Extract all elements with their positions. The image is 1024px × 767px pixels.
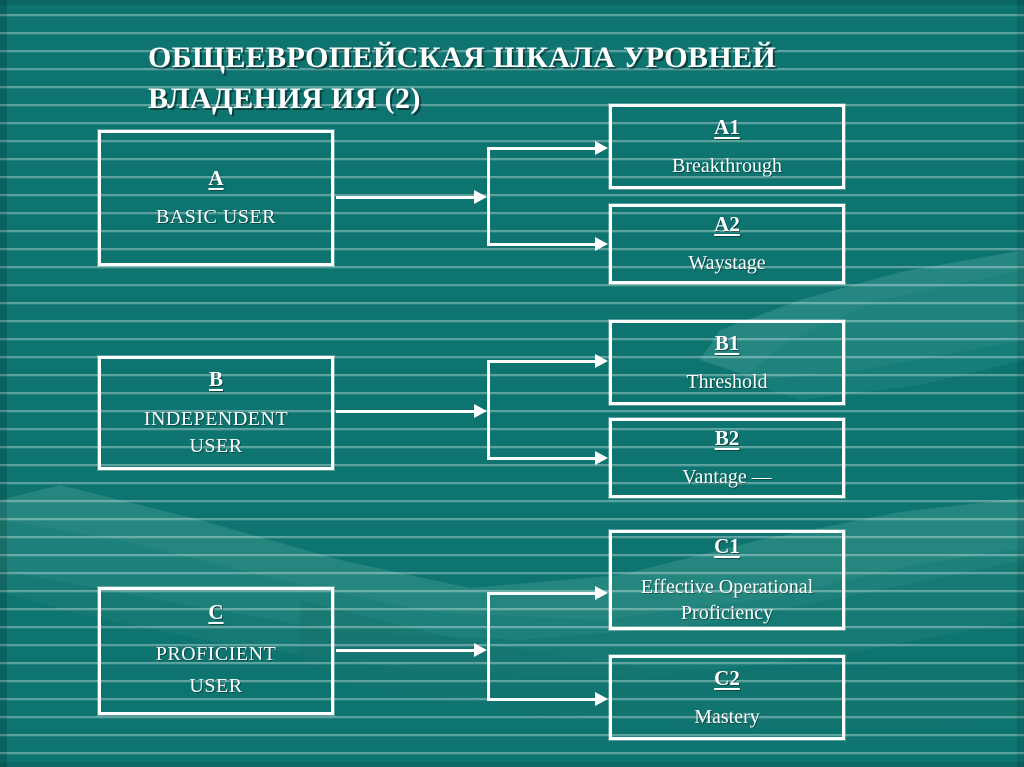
level-name-b-line2: USER [189,434,243,457]
sublevel-box-b1[interactable]: B1 Threshold [609,320,845,405]
sublevel-box-b2[interactable]: B2 Vantage — [609,418,845,498]
level-name-a: BASIC USER [155,206,277,229]
sublevel-code-a1: A1 [714,114,740,139]
sublevel-box-a2[interactable]: A2 Waystage [609,204,845,284]
slide-edge-left [0,0,7,767]
sublevel-name-c2: Mastery [694,705,760,728]
level-box-b[interactable]: B INDEPENDENT USER [98,356,334,470]
connector-b-stem-arrowhead [474,404,487,418]
sublevel-code-b1: B1 [714,330,740,355]
connector-c-to-c1 [487,592,595,595]
level-name-c-line2: USER [189,674,243,697]
level-code-b: B [208,366,223,391]
sublevel-code-a2: A2 [714,212,740,237]
connector-b1-arrowhead [595,354,608,368]
connector-b2-arrowhead [595,451,608,465]
connector-a-stem-arrowhead [474,190,487,204]
sublevel-code-b2: B2 [714,426,740,451]
level-code-c: C [208,599,224,624]
sublevel-name-b2: Vantage — [682,466,772,489]
connector-b-stem [336,410,474,413]
sublevel-name-a1: Breakthrough [672,154,782,177]
connector-b-to-b1 [487,360,595,363]
level-name-b-line1: INDEPENDENT [143,407,289,430]
connector-c2-arrowhead [595,692,608,706]
level-code-a: A [208,166,224,191]
connector-b-to-b2 [487,457,595,460]
level-box-a[interactable]: A BASIC USER [98,130,334,266]
slide-edge-right [1017,0,1024,767]
connector-c-stem [336,649,474,652]
sublevel-code-c1: C1 [714,534,740,559]
sublevel-name-a2: Waystage [688,252,766,275]
sublevel-box-c2[interactable]: C2 Mastery [609,655,845,740]
connector-a1-arrowhead [595,141,608,155]
connector-b-trunk [487,360,490,460]
connector-a-stem [336,196,474,199]
connector-c-to-c2 [487,698,595,701]
sublevel-box-a1[interactable]: A1 Breakthrough [609,104,845,189]
connector-a-to-a2 [487,243,595,246]
slide-edge-bottom [0,762,1024,767]
sublevel-box-c1[interactable]: C1 Effective Operational Proficiency [609,530,845,630]
level-box-c[interactable]: C PROFICIENT USER [98,587,334,715]
connector-c1-arrowhead [595,586,608,600]
slide: ОБЩЕЕВРОПЕЙСКАЯ ШКАЛА УРОВНЕЙ ВЛАДЕНИЯ И… [0,0,1024,767]
connector-c-trunk [487,592,490,701]
sublevel-name-c1: Effective Operational Proficiency [640,575,814,624]
connector-a-to-a1 [487,147,595,150]
sublevel-name-b1: Threshold [686,370,768,393]
level-name-b: INDEPENDENT USER [144,406,288,460]
level-name-c: PROFICIENT USER [156,639,277,702]
level-name-c-line1: PROFICIENT [155,643,277,665]
connector-a2-arrowhead [595,237,608,251]
sublevel-code-c2: C2 [714,665,740,690]
slide-edge-top [0,0,1024,5]
connector-a-trunk [487,147,490,246]
connector-c-stem-arrowhead [474,643,487,657]
